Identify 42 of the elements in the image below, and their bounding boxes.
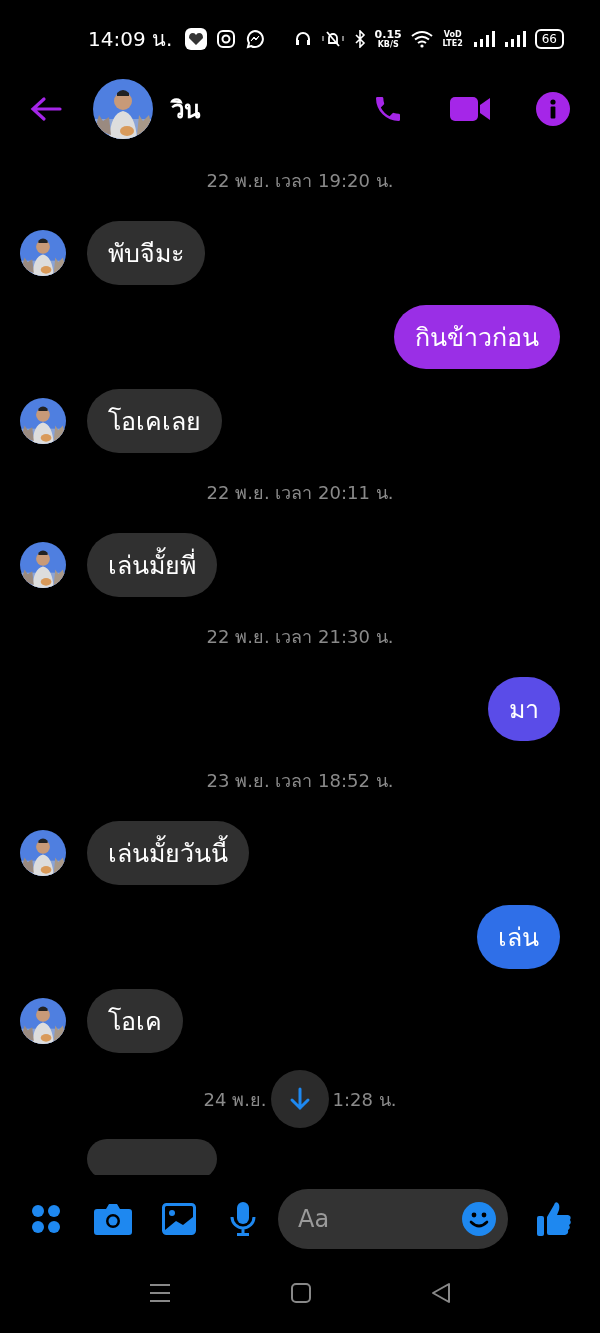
camera-icon[interactable]	[94, 1203, 132, 1235]
signal-icon	[503, 30, 526, 48]
signal-icon	[472, 30, 495, 48]
heart-app-icon	[185, 28, 208, 50]
timestamp: 22 พ.ย. เวลา 19:20 น.	[205, 169, 395, 193]
message-bubble: กินข้าวก่อน	[394, 305, 560, 369]
message-bubble: เล่นมั้ยพี่	[87, 533, 217, 597]
muted-bell-icon	[320, 30, 345, 48]
image-icon[interactable]	[162, 1203, 196, 1235]
home-button-icon[interactable]	[291, 1283, 311, 1303]
messenger-icon	[245, 29, 266, 49]
wifi-icon	[410, 30, 433, 48]
message-bubble: มา	[488, 677, 560, 741]
headphones-icon	[293, 30, 312, 48]
message-bubble: เล่น	[477, 905, 560, 969]
message-bubble: เล่นมั้ยวันนี้	[87, 821, 249, 885]
arrow-down-icon	[288, 1087, 311, 1111]
thumbs-up-icon[interactable]	[536, 1201, 572, 1237]
message-input[interactable]: Aa	[278, 1189, 508, 1249]
menu-dots-icon[interactable]	[30, 1203, 62, 1235]
message-bubble: พับจีมะ	[87, 221, 205, 285]
emoji-icon[interactable]	[462, 1202, 496, 1236]
video-camera-icon[interactable]	[450, 95, 490, 123]
timestamp: 23 พ.ย. เวลา 18:52 น.	[205, 769, 395, 793]
timestamp: 22 พ.ย. เวลา 21:30 น.	[205, 625, 395, 649]
microphone-icon[interactable]	[230, 1202, 256, 1236]
timestamp: 1:28 น.	[332, 1087, 397, 1112]
back-triangle-icon[interactable]	[431, 1282, 451, 1304]
timestamp: 24 พ.ย.	[203, 1087, 267, 1112]
contact-name[interactable]: วิน	[171, 89, 200, 129]
message-bubble: โอเค	[87, 989, 183, 1053]
timestamp: 22 พ.ย. เวลา 20:11 น.	[205, 481, 395, 505]
info-icon[interactable]	[536, 92, 570, 126]
camera-app-icon	[216, 29, 237, 49]
network-speed: 0.15 KB/S	[374, 29, 402, 49]
clock: 14:09 น.	[88, 26, 173, 53]
message-bubble: โอเคเลย	[87, 389, 222, 453]
bluetooth-icon	[353, 30, 366, 48]
back-arrow-icon[interactable]	[30, 96, 62, 122]
battery-level: 66	[534, 29, 564, 49]
menu-icon[interactable]	[149, 1283, 171, 1303]
network-type: VoD LTE2	[441, 30, 464, 48]
